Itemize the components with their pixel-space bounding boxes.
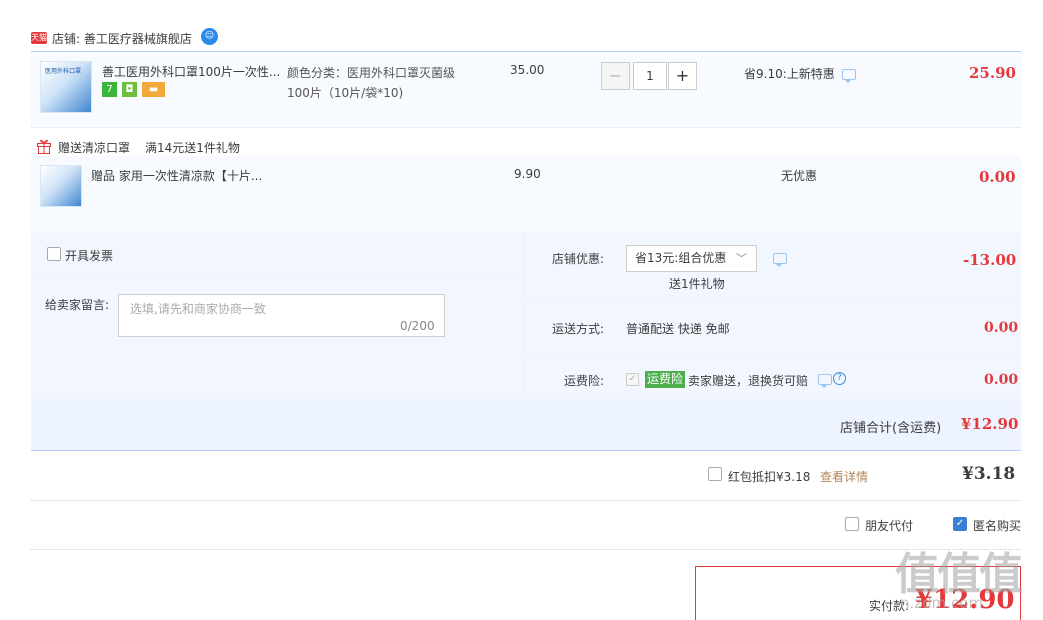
shop-name[interactable]: 店铺: 善工医疗器械旗舰店 (52, 30, 192, 47)
red-packet-details-link[interactable]: 查看详情 (820, 468, 868, 485)
shipping-method: 普通配送 快递 免邮 (626, 322, 730, 336)
shop-discount-cell (526, 231, 1021, 303)
invoice-label[interactable]: 开具发票 (65, 247, 113, 264)
thumbnail-label: 医用外科口罩 (45, 68, 82, 75)
red-packet-value: ¥3.18 (962, 464, 1016, 484)
chevron-down-icon[interactable]: ﹀ (736, 250, 747, 266)
shipping-cost: 0.00 (984, 320, 1019, 336)
shop-discount-amount: -13.00 (963, 251, 1017, 269)
item-price: 35.00 (510, 63, 545, 77)
gift-price: 9.90 (514, 167, 541, 181)
friend-pay-checkbox[interactable] (845, 517, 859, 531)
anonymous-checkbox[interactable]: ✓ (953, 517, 967, 531)
comment-icon[interactable] (773, 253, 787, 267)
shipping-label: 运送方式: (551, 322, 604, 336)
gift-thumbnail[interactable] (40, 165, 82, 207)
quantity-increase-button[interactable]: + (668, 62, 697, 90)
chat-icon[interactable]: ☺ (201, 28, 218, 45)
gift-icon (37, 139, 51, 154)
divider (31, 549, 1021, 550)
service-bag-icon: ◘ (122, 82, 137, 97)
shop-discount-label: 店铺优惠: (551, 252, 604, 266)
memo-char-count: 0/200 (400, 319, 435, 333)
memo-placeholder: 选填,请先和商家协商一致 (130, 302, 266, 316)
credit-card-icon: ▬ (142, 82, 165, 97)
insurance-badge: 运费险 (645, 371, 686, 388)
shop-discount-gift: 送1件礼物 (669, 277, 725, 291)
insurance-cost: 0.00 (984, 372, 1019, 388)
gift-item-title[interactable]: 赠品 家用一次性清凉款【十片... (91, 167, 262, 184)
item-promo: 省9.10:上新特惠 (744, 67, 835, 81)
anonymous-label[interactable]: 匿名购买 (973, 517, 1021, 534)
red-packet-label[interactable]: 红包抵扣¥3.18 (728, 468, 810, 485)
quantity-decrease-button[interactable]: − (601, 62, 630, 90)
insurance-text: 卖家赠送，退换货可赔 (688, 374, 809, 388)
comment-icon[interactable] (818, 374, 832, 388)
item-title-link[interactable]: 善工医用外科口罩100片一次性... (102, 63, 280, 80)
divider (31, 450, 1021, 451)
comment-icon[interactable] (842, 69, 856, 83)
shop-total-label: 店铺合计(含运费) (840, 421, 942, 436)
watermark-url: n.zdm.com (900, 594, 984, 612)
gift-promo: 无优惠 (781, 169, 818, 183)
gift-condition: 满14元送1件礼物 (145, 141, 240, 155)
gift-title: 赠送清凉口罩 (58, 141, 131, 155)
gift-subtotal: 0.00 (979, 168, 1016, 186)
insurance-label: 运费险: (563, 374, 604, 388)
quantity-input[interactable]: 1 (633, 62, 667, 90)
tmall-badge-icon: 天猫 (31, 32, 47, 44)
friend-pay-label[interactable]: 朋友代付 (865, 517, 913, 534)
divider (31, 500, 1021, 501)
seven-day-return-icon: 7 (102, 82, 117, 97)
watermark: 值值值 (895, 549, 1023, 600)
insurance-checkbox: ✓ (626, 373, 639, 386)
help-icon[interactable]: ? (833, 372, 846, 385)
item-thumbnail[interactable]: 医用外科口罩 (40, 61, 92, 113)
invoice-checkbox[interactable] (47, 247, 61, 261)
memo-label: 给卖家留言: (45, 298, 110, 312)
item-subtotal: 25.90 (969, 64, 1016, 82)
shop-total-value: ¥12.90 (961, 415, 1019, 433)
item-sku: 颜色分类：医用外科口罩灭菌级100片（10片/袋*10) (287, 66, 456, 100)
red-packet-checkbox[interactable] (708, 467, 722, 481)
